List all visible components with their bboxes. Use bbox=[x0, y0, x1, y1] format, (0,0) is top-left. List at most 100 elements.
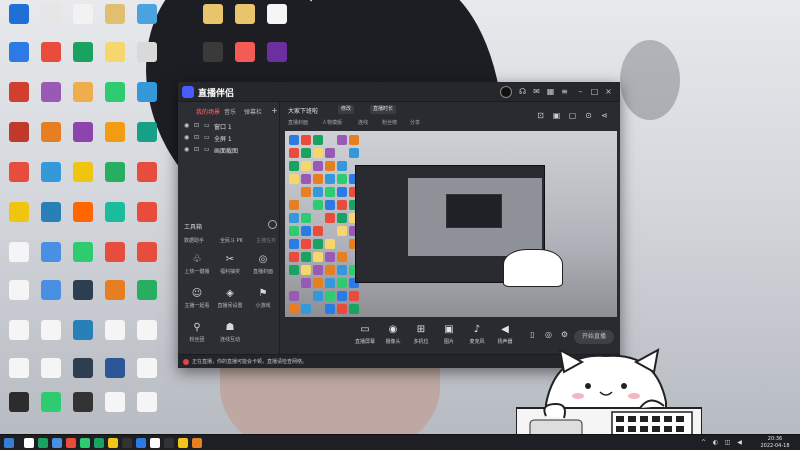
minimize-icon[interactable]: – bbox=[576, 87, 585, 96]
app-icon bbox=[73, 242, 93, 262]
tab-barrage[interactable]: 弹幕栏 bbox=[244, 107, 262, 116]
start-icon[interactable] bbox=[4, 438, 14, 448]
live-companion-window: 直播伴侣 ☊ ✉ ▦ ≡ – □ × 我的场景 音乐 弹幕栏 + ◉ ⊡ ▭ 窗… bbox=[178, 82, 620, 368]
taskbar-app-icon[interactable] bbox=[122, 438, 132, 448]
source-row[interactable]: ◉ ⊡ ▭ 窗口 1 bbox=[184, 120, 276, 132]
tool-row-right[interactable]: 全民斗 PK bbox=[220, 237, 243, 244]
lock-icon[interactable]: ⊡ bbox=[194, 146, 201, 153]
tool-item[interactable]: ◈ 直播间设置 bbox=[215, 288, 245, 316]
tool-row-left[interactable]: 数据助手 bbox=[184, 237, 204, 244]
desktop-icon[interactable] bbox=[130, 200, 164, 242]
lock-icon[interactable]: ⊡ bbox=[194, 134, 201, 141]
stream-meta[interactable]: 直播封面 bbox=[288, 119, 308, 126]
taskbar-app-icon[interactable] bbox=[150, 438, 160, 448]
tab-music[interactable]: 音乐 bbox=[224, 107, 236, 116]
duration-chip[interactable]: 直播时长 bbox=[370, 105, 397, 114]
eye-icon[interactable]: ◉ bbox=[184, 134, 191, 141]
app-icon bbox=[73, 320, 93, 340]
taskbar-app-icon[interactable] bbox=[136, 438, 146, 448]
stream-preview[interactable] bbox=[285, 131, 617, 317]
tool-item[interactable]: ☺ 主播一起看 bbox=[182, 288, 212, 316]
tool-item[interactable]: ♧ 上热一键播 bbox=[182, 254, 212, 282]
toolbox-heading: 工具箱 bbox=[184, 224, 203, 231]
desktop-icon[interactable] bbox=[130, 240, 164, 282]
tool-item[interactable]: ☗ 连线互动 bbox=[215, 322, 245, 350]
effects-icon[interactable]: ◎ bbox=[544, 330, 553, 339]
app-icon bbox=[9, 122, 29, 142]
gear-icon[interactable]: ⚙ bbox=[560, 330, 569, 339]
desktop-icon[interactable] bbox=[130, 40, 164, 82]
desktop-icon[interactable] bbox=[130, 2, 164, 44]
share-icon[interactable]: ⋖ bbox=[600, 111, 609, 120]
desktop-icon[interactable] bbox=[130, 278, 164, 320]
network-icon[interactable]: ◫ bbox=[724, 439, 731, 446]
taskbar-app-icon[interactable] bbox=[94, 438, 104, 448]
fan-club-icon: ⚲ bbox=[193, 322, 201, 333]
gift-icon[interactable]: ▦ bbox=[546, 87, 555, 96]
mail-icon[interactable]: ✉ bbox=[532, 87, 541, 96]
preview-icon bbox=[313, 135, 323, 145]
desktop-icon[interactable] bbox=[130, 120, 164, 162]
app-icon bbox=[137, 320, 157, 340]
volume-icon[interactable]: ◀ bbox=[736, 439, 743, 446]
taskbar-app-icon[interactable] bbox=[38, 438, 48, 448]
source-row[interactable]: ◉ ⊡ ▭ 全屏 1 bbox=[184, 132, 276, 144]
stream-meta[interactable]: 分享 bbox=[410, 119, 420, 126]
eye-icon[interactable]: ◉ bbox=[184, 122, 191, 129]
record-icon[interactable]: ⊙ bbox=[584, 111, 593, 120]
taskbar-app-icon[interactable] bbox=[108, 438, 118, 448]
lock-icon[interactable]: ⊡ bbox=[536, 111, 545, 120]
preview-icon bbox=[301, 174, 311, 184]
taskbar-app-icon[interactable] bbox=[80, 438, 90, 448]
system-clock[interactable]: 20:36 2022-04-18 bbox=[752, 436, 798, 450]
screenshot-icon[interactable]: ▢ bbox=[568, 111, 577, 120]
stream-meta[interactable]: 人物模版 bbox=[322, 119, 342, 126]
stream-meta[interactable]: 连线 bbox=[358, 119, 368, 126]
tab-scenes[interactable]: 我的场景 bbox=[196, 107, 220, 116]
tool-row-far[interactable]: 主播任务 bbox=[256, 237, 276, 244]
close-icon[interactable]: × bbox=[604, 87, 613, 96]
stream-meta[interactable]: 粉丝榜 bbox=[382, 119, 397, 126]
taskbar-app-icon[interactable] bbox=[52, 438, 62, 448]
desktop-icon[interactable] bbox=[130, 160, 164, 202]
desktop-icon[interactable] bbox=[130, 80, 164, 122]
lock-icon[interactable]: ⊡ bbox=[194, 122, 201, 129]
taskbar-app-icon[interactable] bbox=[192, 438, 202, 448]
app-titlebar[interactable]: 直播伴侣 ☊ ✉ ▦ ≡ – □ × bbox=[178, 82, 620, 102]
left-panel: 我的场景 音乐 弹幕栏 + ◉ ⊡ ▭ 窗口 1 ◉ ⊡ ▭ 全屏 1 ◉ ⊡ … bbox=[178, 102, 280, 368]
desktop-icon[interactable] bbox=[260, 40, 294, 82]
tool-item[interactable]: ◎ 直播封面 bbox=[248, 254, 278, 282]
maximize-icon[interactable]: □ bbox=[590, 87, 599, 96]
preview-icon bbox=[289, 213, 299, 223]
avatar[interactable] bbox=[500, 86, 512, 98]
phone-icon[interactable]: ▯ bbox=[528, 330, 537, 339]
taskbar-app-icon[interactable] bbox=[164, 438, 174, 448]
wechat-tray-icon[interactable]: ◐ bbox=[712, 439, 719, 446]
tool-item[interactable]: ⚑ 小游戏 bbox=[248, 288, 278, 316]
toolbox-settings-icon[interactable] bbox=[268, 220, 277, 229]
taskbar-app-icon[interactable] bbox=[66, 438, 76, 448]
app-icon bbox=[73, 42, 93, 62]
headset-icon[interactable]: ☊ bbox=[518, 87, 527, 96]
preview-icon bbox=[349, 291, 359, 301]
app-icon bbox=[105, 162, 125, 182]
desktop-icon[interactable] bbox=[260, 2, 294, 44]
taskbar-app-icon[interactable] bbox=[24, 438, 34, 448]
menu-icon[interactable]: ≡ bbox=[560, 87, 569, 96]
layout-icon[interactable]: ▣ bbox=[552, 111, 561, 120]
desktop-icon[interactable] bbox=[130, 318, 164, 360]
preview-icon bbox=[337, 304, 347, 314]
stream-title[interactable]: 大家下班啦 bbox=[288, 106, 318, 115]
app-logo-icon bbox=[182, 86, 194, 98]
eye-icon[interactable]: ◉ bbox=[184, 146, 191, 153]
desktop-icon[interactable] bbox=[130, 390, 164, 432]
status-text: 正在直播，你的直播可能会卡顿，直播请检查网络。 bbox=[192, 359, 308, 365]
chevron-up-icon[interactable]: ^ bbox=[700, 439, 707, 446]
taskbar-app-icon[interactable] bbox=[178, 438, 188, 448]
edit-chip[interactable]: 修改 bbox=[338, 105, 355, 114]
add-source-icon[interactable]: + bbox=[270, 106, 279, 115]
tool-item[interactable]: ✂ 福利抽奖 bbox=[215, 254, 245, 282]
folder-icon bbox=[203, 42, 223, 62]
source-row[interactable]: ◉ ⊡ ▭ 画面截图 bbox=[184, 144, 276, 156]
tool-item[interactable]: ⚲ 粉丝团 bbox=[182, 322, 212, 350]
